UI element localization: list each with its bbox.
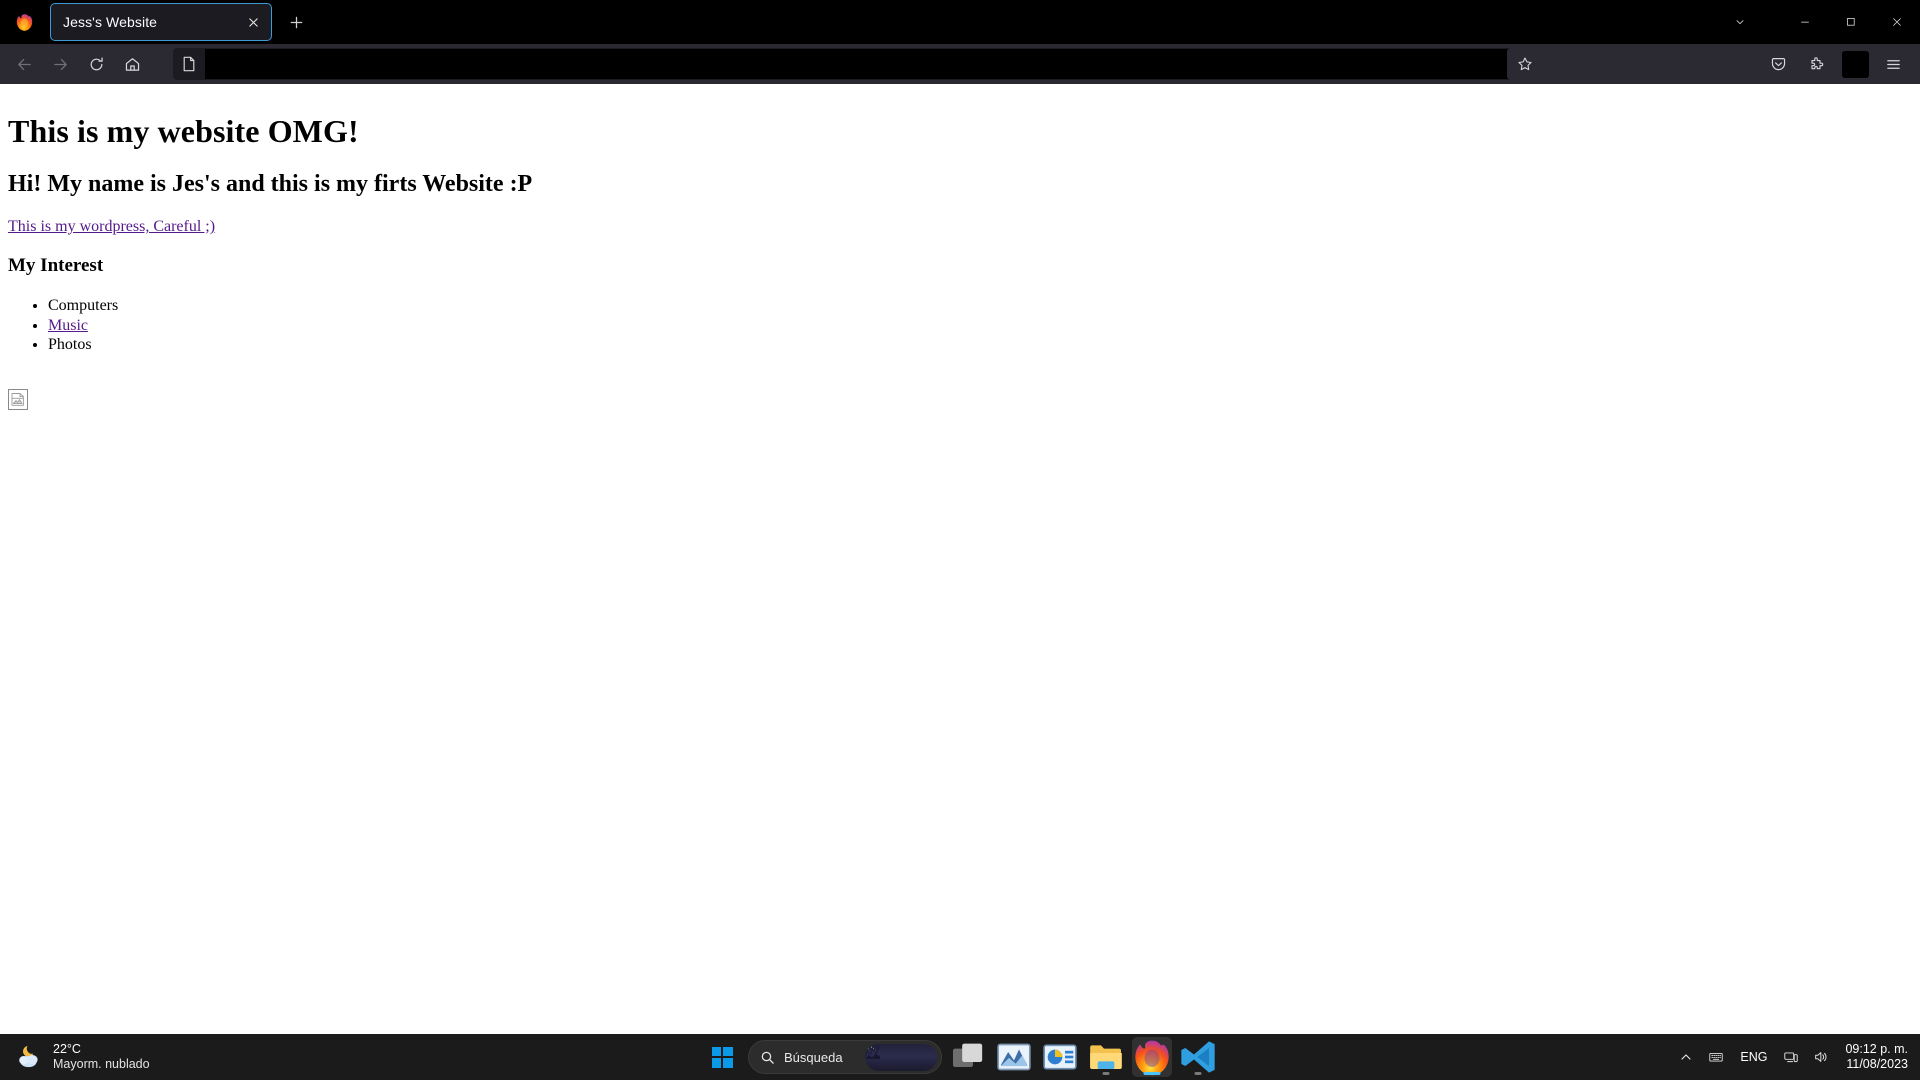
interests-list: Computers Music Photos	[8, 296, 1912, 355]
web-page-content: This is my website OMG! Hi! My name is J…	[0, 84, 1920, 418]
page-heading-1: This is my website OMG!	[8, 113, 359, 149]
firefox-logo-icon	[4, 0, 44, 44]
active-indicator	[1143, 1072, 1161, 1075]
forward-arrow-icon[interactable]	[43, 48, 77, 80]
windows-taskbar: 22°C Mayorm. nublado Búsqueda ENG 09:12 …	[0, 1034, 1920, 1080]
running-indicator	[1194, 1072, 1202, 1075]
clock-time: 09:12 p. m.	[1845, 1042, 1908, 1056]
search-icon	[761, 1051, 774, 1064]
network-monitor-icon[interactable]	[1777, 1037, 1805, 1077]
hamburger-menu-icon[interactable]	[1875, 48, 1911, 80]
new-tab-button[interactable]	[281, 7, 311, 37]
window-controls	[1698, 0, 1920, 44]
list-item: Computers	[48, 296, 1912, 316]
pocket-icon[interactable]	[1760, 48, 1796, 80]
browser-tab[interactable]: Jess's Website	[50, 3, 272, 41]
vscode-icon	[1181, 1041, 1215, 1073]
page-heading-3: My Interest	[8, 255, 104, 276]
taskbar-center: Búsqueda	[702, 1037, 1218, 1077]
list-item: Photos	[48, 335, 1912, 355]
page-document-icon	[173, 48, 205, 80]
navigation-toolbar	[0, 44, 1920, 84]
taskbar-search-box[interactable]: Búsqueda	[748, 1040, 942, 1074]
music-link[interactable]: Music	[48, 317, 88, 334]
tab-close-icon[interactable]	[241, 10, 265, 34]
url-bar[interactable]	[173, 48, 1543, 80]
keyboard-icon[interactable]	[1702, 1037, 1730, 1077]
taskbar-app-firefox[interactable]	[1132, 1037, 1172, 1077]
clock-date: 11/08/2023	[1846, 1057, 1908, 1071]
weather-description: Mayorm. nublado	[53, 1057, 150, 1071]
taskbar-clock[interactable]: 09:12 p. m. 11/08/2023	[1837, 1042, 1908, 1072]
taskbar-app-powerpoint[interactable]	[1040, 1037, 1080, 1077]
screen: Jess's Website This is my website OMG! H…	[0, 0, 1920, 1080]
reload-icon[interactable]	[79, 48, 113, 80]
taskbar-app-vscode[interactable]	[1178, 1037, 1218, 1077]
weather-text: 22°C Mayorm. nublado	[53, 1042, 150, 1072]
taskbar-app-photos[interactable]	[994, 1037, 1034, 1077]
minimize-button[interactable]	[1782, 0, 1828, 44]
interest-label: Computers	[48, 297, 119, 314]
running-indicator	[1102, 1072, 1110, 1075]
account-square-icon[interactable]	[1842, 50, 1869, 78]
wordpress-link-paragraph: This is my wordpress, Careful ;)	[8, 218, 1912, 236]
broken-image-icon	[8, 388, 28, 410]
tray-overflow-chevron-up-icon[interactable]	[1672, 1037, 1700, 1077]
windows-logo	[711, 1046, 733, 1068]
wordpress-link[interactable]: This is my wordpress, Careful ;)	[8, 218, 215, 235]
input-language-indicator[interactable]: ENG	[1732, 1050, 1775, 1064]
weather-widget[interactable]: 22°C Mayorm. nublado	[0, 1042, 150, 1072]
taskbar-app-file-explorer[interactable]	[1086, 1037, 1126, 1077]
folder-icon	[1090, 1045, 1122, 1069]
extensions-puzzle-icon[interactable]	[1798, 48, 1834, 80]
toolbar-right-actions	[1760, 48, 1913, 80]
weather-temperature: 22°C	[53, 1042, 81, 1057]
moon-cloud-icon	[14, 1042, 44, 1072]
back-arrow-icon[interactable]	[7, 48, 41, 80]
firefox-icon	[1135, 1040, 1169, 1076]
task-view-icon	[953, 1043, 983, 1067]
tab-title: Jess's Website	[63, 15, 158, 29]
search-highlight-thumbnail	[865, 1044, 937, 1071]
search-placeholder: Búsqueda	[784, 1049, 843, 1065]
home-icon[interactable]	[115, 48, 149, 80]
interest-label: Photos	[48, 336, 92, 354]
system-tray: ENG 09:12 p. m. 11/08/2023	[1672, 1037, 1920, 1077]
taskbar-app-task-view[interactable]	[948, 1037, 988, 1077]
speaker-volume-icon[interactable]	[1807, 1037, 1835, 1077]
firefox-window: Jess's Website This is my website OMG! H…	[0, 0, 1920, 1034]
page-heading-2: Hi! My name is Jes's and this is my firt…	[8, 171, 533, 197]
tab-list-chevron-down-icon[interactable]	[1698, 0, 1782, 44]
maximize-restore-button[interactable]	[1828, 0, 1874, 44]
tab-strip: Jess's Website	[0, 0, 1920, 44]
url-input[interactable]	[205, 49, 1508, 79]
bookmark-star-icon[interactable]	[1507, 48, 1543, 80]
photos-chart-icon	[997, 1043, 1031, 1071]
close-window-button[interactable]	[1874, 0, 1920, 44]
list-item: Music	[48, 316, 1912, 336]
powerpoint-icon	[1043, 1044, 1077, 1070]
page-viewport: This is my website OMG! Hi! My name is J…	[0, 84, 1920, 1034]
windows-start-icon[interactable]	[702, 1037, 742, 1077]
